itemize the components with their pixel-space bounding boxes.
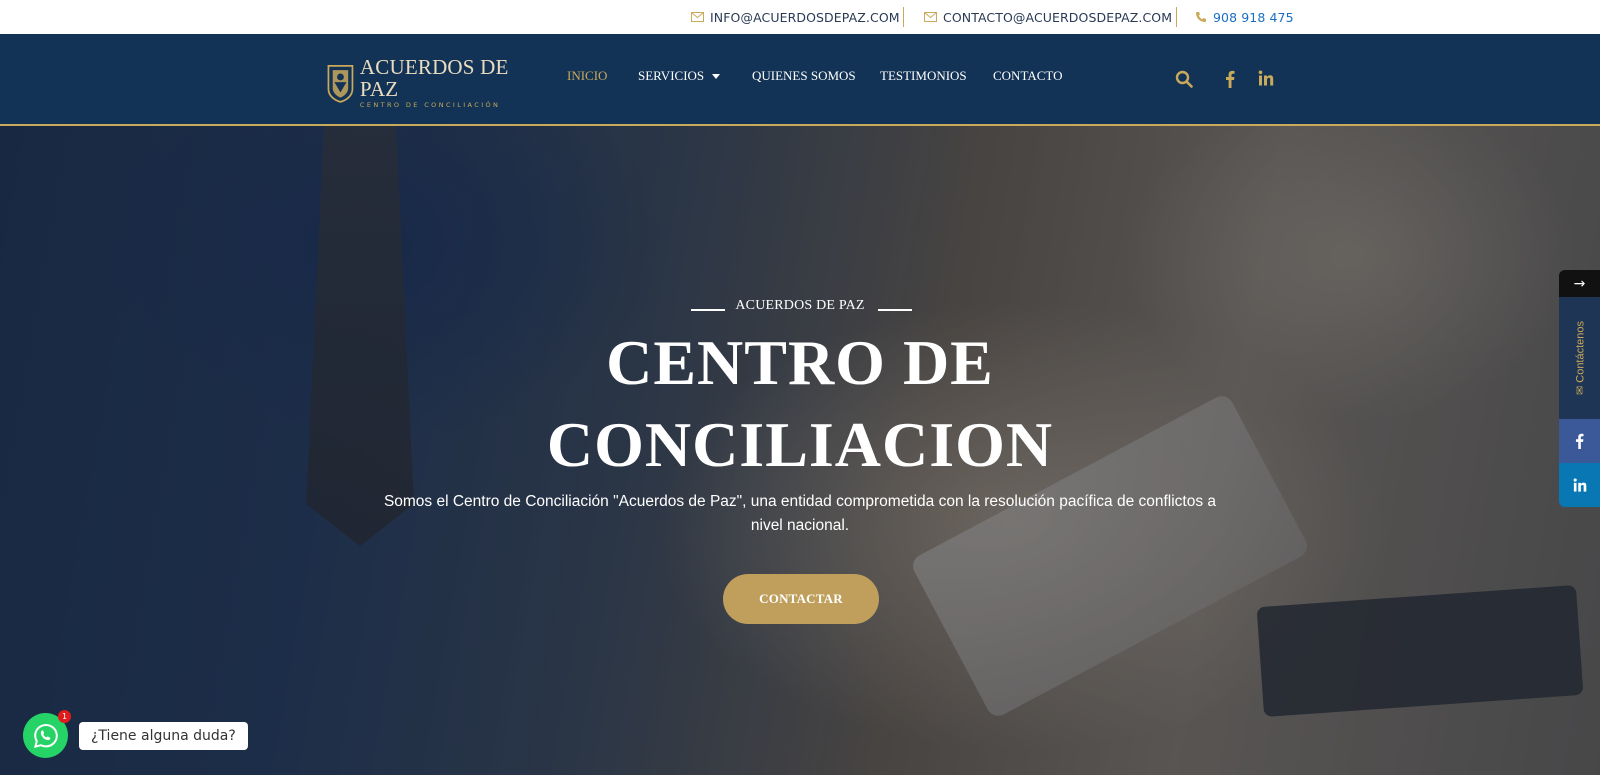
hero-title-line1: CENTRO DE [606,327,994,398]
hero-section: ACUERDOS DE PAZ CENTRO DE CONCILIACION S… [0,126,1600,775]
hero-eyebrow: ACUERDOS DE PAZ [735,298,865,313]
top-contact-bar: INFO@ACUERDOSDEPAZ.COM CONTACTO@ACUERDOS… [0,0,1600,34]
phone-text: 908 918 475 [1213,9,1294,25]
hero-description: Somos el Centro de Conciliación "Acuerdo… [383,493,1217,534]
email-info-text: INFO@ACUERDOSDEPAZ.COM [710,9,900,25]
arrow-right-icon[interactable]: → [1559,270,1600,297]
email-info-link[interactable]: INFO@ACUERDOSDEPAZ.COM [691,0,900,34]
nav-item-inicio[interactable]: INICIO [567,68,607,84]
shield-emblem-icon [327,64,354,103]
logo-brand: ACUERDOS DE PAZ [359,55,509,101]
nav-item-quienes-somos[interactable]: QUIENES SOMOS [752,68,856,84]
search-icon[interactable] [1175,70,1193,88]
phone-link[interactable]: 908 918 475 [1195,0,1294,34]
side-facebook-button[interactable] [1559,419,1600,463]
envelope-icon [691,12,704,22]
nav-label: QUIENES SOMOS [752,68,856,83]
facebook-icon[interactable] [1225,70,1235,88]
site-logo[interactable]: ACUERDOS DE PAZ CENTRO DE CONCILIACIÓN [325,56,525,109]
topbar-divider [903,7,904,27]
nav-item-testimonios[interactable]: TESTIMONIOS [880,68,967,84]
logo-subtitle: CENTRO DE CONCILIACIÓN [359,101,501,109]
nav-item-contacto[interactable]: CONTACTO [993,68,1063,84]
side-linkedin-button[interactable] [1559,463,1600,507]
side-contact-text: Contáctenos [1574,320,1586,383]
whatsapp-icon [33,723,58,748]
hero-title-line2: CONCILIACION [546,409,1054,480]
side-contact-label: ✉ Contáctenos [1573,321,1586,395]
nav-label: CONTACTO [993,68,1063,83]
phone-icon [1196,12,1206,22]
notification-badge: 1 [58,710,71,723]
side-contact-button[interactable]: ✉ Contáctenos [1559,297,1600,419]
whatsapp-button[interactable]: 1 [23,710,71,758]
linkedin-icon [1573,478,1586,492]
email-contacto-link[interactable]: CONTACTO@ACUERDOSDEPAZ.COM [924,0,1172,34]
email-contacto-text: CONTACTO@ACUERDOSDEPAZ.COM [943,9,1173,25]
nav-label: TESTIMONIOS [880,68,967,83]
envelope-icon: ✉ [1574,385,1586,396]
whatsapp-bubble[interactable]: ¿Tiene alguna duda? [79,722,248,750]
contactar-button[interactable]: CONTACTAR [723,574,879,624]
linkedin-icon[interactable] [1258,70,1274,86]
facebook-icon [1575,433,1584,449]
hero-title: CENTRO DE CONCILIACION [0,322,1600,486]
chevron-down-icon [712,73,721,79]
topbar-divider [1176,7,1177,27]
nav-item-servicios[interactable]: SERVICIOS [638,68,721,84]
side-floating-panel: → ✉ Contáctenos [1559,270,1600,507]
envelope-icon [924,12,937,22]
nav-label: SERVICIOS [638,68,705,83]
main-header: ACUERDOS DE PAZ CENTRO DE CONCILIACIÓN I… [0,34,1600,126]
nav-label: INICIO [567,68,608,83]
